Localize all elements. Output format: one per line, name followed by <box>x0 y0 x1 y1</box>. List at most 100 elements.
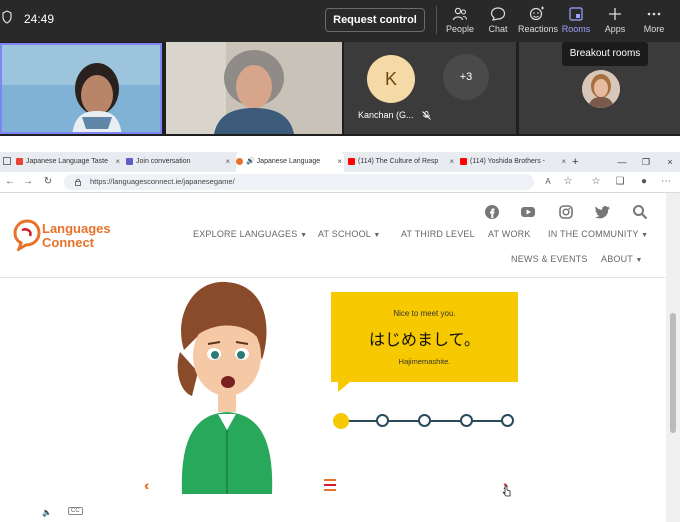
people-button[interactable]: People <box>441 4 479 38</box>
sidebar-toggle[interactable] <box>0 152 14 172</box>
close-icon[interactable]: × <box>225 152 230 172</box>
scrollbar-thumb[interactable] <box>670 313 676 433</box>
progress-step-5[interactable] <box>501 414 514 427</box>
speaker-icon[interactable]: 🔈 <box>42 508 52 517</box>
browser-tab-strip: Japanese Language Taste × Join conversati… <box>0 152 680 173</box>
maximize-icon[interactable]: ❐ <box>636 152 656 172</box>
participant-video-tile[interactable] <box>0 43 162 134</box>
browser-tab[interactable]: (114) Yoshida Brothers - × <box>460 152 568 172</box>
nav-label: IN THE COMMUNITY <box>548 229 639 239</box>
browser-tab-active[interactable]: 🔊 Japanese Language × <box>236 152 344 172</box>
tab-label: Japanese Language <box>256 158 321 165</box>
tab-label: (114) The Culture of Resp <box>358 158 439 165</box>
collections-icon[interactable]: ❏ <box>612 174 628 190</box>
search-icon[interactable] <box>632 204 648 220</box>
reactions-label: Reactions <box>518 24 559 34</box>
apps-label: Apps <box>604 24 626 34</box>
chat-button[interactable]: Chat <box>479 4 517 38</box>
url-field[interactable]: https://languagesconnect.ie/japanesegame… <box>64 174 534 190</box>
forward-icon[interactable]: → <box>20 174 36 190</box>
previous-arrow-icon[interactable]: ‹‹ <box>144 477 151 493</box>
avatar <box>582 70 620 108</box>
profile-icon[interactable]: ● <box>636 174 652 190</box>
speech-bubble-tail <box>338 382 350 392</box>
apps-icon <box>609 8 621 20</box>
progress-step-1[interactable] <box>333 413 349 429</box>
close-icon[interactable]: × <box>449 152 454 172</box>
menu-icon[interactable]: ⋯ <box>658 174 674 190</box>
more-label: More <box>643 24 665 34</box>
tabs-icon <box>3 157 11 166</box>
participant-video-1 <box>2 45 160 132</box>
minimize-icon[interactable]: — <box>612 152 632 172</box>
more-button[interactable]: More <box>635 4 673 38</box>
tab-label: (114) Yoshida Brothers - <box>470 158 545 165</box>
progress-step-3[interactable] <box>418 414 431 427</box>
rooms-button[interactable]: Rooms <box>557 4 595 38</box>
nav-at-school[interactable]: AT SCHOOL ▼ <box>318 229 381 239</box>
close-icon[interactable]: × <box>337 152 342 172</box>
romaji-phrase: Hajimemashite. <box>398 357 451 366</box>
progress-step-4[interactable] <box>460 414 473 427</box>
people-icon <box>452 7 468 21</box>
progress-step-2[interactable] <box>376 414 389 427</box>
back-icon[interactable]: ← <box>2 174 18 190</box>
new-tab-button[interactable]: + <box>572 152 586 172</box>
lock-icon[interactable] <box>74 178 82 186</box>
participant-name: Kanchan (G... <box>358 110 431 120</box>
nav-about[interactable]: ABOUT ▼ <box>601 254 643 264</box>
nav-in-the-community[interactable]: IN THE COMMUNITY ▼ <box>548 229 648 239</box>
browser-tab[interactable]: Join conversation × <box>126 152 232 172</box>
apps-button[interactable]: Apps <box>596 4 634 38</box>
rooms-icon <box>569 7 583 21</box>
nav-at-third-level[interactable]: AT THIRD LEVEL <box>401 229 475 239</box>
nav-at-work[interactable]: AT WORK <box>488 229 531 239</box>
menu-icon[interactable] <box>324 479 336 491</box>
nav-label: AT SCHOOL <box>318 229 371 239</box>
gmail-icon <box>16 157 23 165</box>
caret-down-icon: ▼ <box>641 232 649 239</box>
toolbar-divider <box>436 6 437 34</box>
read-aloud-icon[interactable]: A <box>540 174 556 190</box>
scrollbar[interactable] <box>666 193 680 522</box>
meeting-timer: 24:49 <box>24 12 55 26</box>
nav-news-events[interactable]: NEWS & EVENTS <box>511 254 588 264</box>
captions-button[interactable]: CC <box>68 507 83 515</box>
close-icon[interactable]: × <box>115 152 120 172</box>
request-control-button[interactable]: Request control <box>325 8 425 32</box>
tab-label: Join conversation <box>136 158 191 165</box>
japanese-phrase: はじめまして。 <box>368 332 481 349</box>
caret-down-icon: ▼ <box>635 257 643 264</box>
participant-video-2 <box>166 42 342 134</box>
favorites-icon[interactable]: ☆ <box>588 174 604 190</box>
logo-icon[interactable] <box>13 219 41 251</box>
caret-down-icon: ▼ <box>300 232 308 239</box>
participant-video-tile[interactable] <box>166 42 342 134</box>
twitter-icon[interactable] <box>595 204 611 220</box>
facebook-icon[interactable] <box>484 204 500 220</box>
youtube-icon[interactable] <box>520 204 536 220</box>
rooms-label: Rooms <box>561 24 591 34</box>
chat-icon <box>490 7 506 21</box>
cartoon-character <box>177 281 273 494</box>
browser-tab[interactable]: Japanese Language Taste × <box>16 152 122 172</box>
nav-label: EXPLORE LANGUAGES <box>193 229 298 239</box>
refresh-icon[interactable]: ↻ <box>40 174 56 190</box>
instagram-icon[interactable] <box>558 204 574 220</box>
site-logo[interactable]: Languages Connect <box>42 222 111 250</box>
avatar-photo <box>582 70 620 108</box>
favorite-add-icon[interactable]: ☆ <box>560 174 576 190</box>
chat-label: Chat <box>488 24 508 34</box>
more-participants-badge[interactable]: +3 <box>443 54 489 100</box>
close-icon[interactable]: × <box>561 152 566 172</box>
caret-down-icon: ▼ <box>373 232 381 239</box>
english-phrase: Nice to meet you. <box>393 309 456 318</box>
browser-tab[interactable]: (114) The Culture of Resp × <box>348 152 456 172</box>
nav-explore-languages[interactable]: EXPLORE LANGUAGES ▼ <box>193 229 307 239</box>
mic-off-icon <box>422 111 431 120</box>
close-window-icon[interactable]: × <box>660 152 680 172</box>
tooltip: Breakout rooms <box>562 42 648 66</box>
reactions-button[interactable]: Reactions <box>518 4 559 38</box>
teams-icon <box>126 157 133 165</box>
more-icon <box>647 12 661 16</box>
